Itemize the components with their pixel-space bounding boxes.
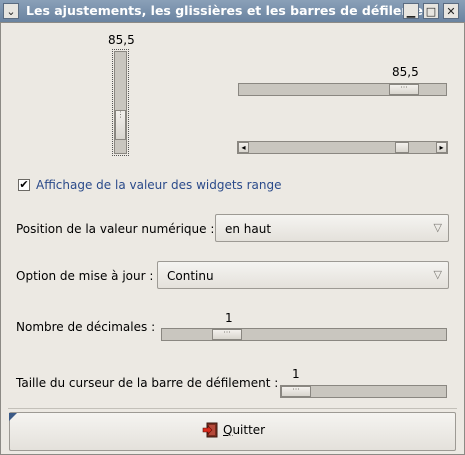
scroll-size-slider-thumb[interactable]: ···	[281, 386, 311, 397]
update-option-select[interactable]: Continu ▽	[157, 261, 449, 289]
chevron-down-icon: ⌄	[6, 4, 16, 18]
scroll-size-value: 1	[292, 367, 300, 381]
scroll-right-arrow[interactable]: ▸	[436, 142, 447, 153]
title-bar: ⌄ Les ajustements, les glissières et les…	[0, 0, 465, 23]
minimize-icon: ▁	[406, 4, 416, 18]
value-position-select[interactable]: en haut ▽	[215, 214, 449, 242]
close-icon: ✕	[446, 4, 456, 18]
triangle-down-icon: ▽	[433, 221, 442, 234]
horizontal-scale[interactable]: ···	[238, 83, 447, 96]
horizontal-scrollbar[interactable]: ◂ ▸	[237, 141, 448, 154]
show-value-label[interactable]: Affichage de la valeur des widgets range	[36, 178, 282, 192]
vertical-scale[interactable]: ⋮	[114, 51, 127, 154]
quit-button-label: Quitter	[223, 423, 266, 437]
quit-button[interactable]: Quitter	[9, 412, 456, 451]
decimals-slider-thumb[interactable]: ···	[212, 329, 242, 340]
value-position-selected: en haut	[225, 222, 272, 236]
separator	[8, 408, 457, 409]
decimals-scale[interactable]: ···	[161, 328, 447, 341]
update-option-selected: Continu	[167, 269, 214, 283]
triangle-down-icon: ▽	[433, 268, 442, 281]
vscale-value: 85,5	[108, 33, 135, 47]
maximize-icon: □	[425, 4, 437, 18]
scroll-left-arrow[interactable]: ◂	[238, 142, 249, 153]
close-button[interactable]: ✕	[443, 3, 459, 19]
hscale-value: 85,5	[392, 65, 419, 79]
minimize-button[interactable]: ▁	[403, 3, 419, 19]
maximize-button[interactable]: □	[423, 3, 439, 19]
scroll-size-label: Taille du curseur de la barre de défilem…	[16, 376, 279, 390]
window-title: Les ajustements, les glissières et les b…	[26, 3, 438, 18]
hscale-slider-thumb[interactable]: ···	[389, 84, 419, 95]
scroll-size-scale[interactable]: ···	[280, 385, 447, 398]
corner-marker	[9, 413, 17, 421]
vscale-slider-thumb[interactable]: ⋮	[115, 110, 126, 140]
show-value-checkbox[interactable]: ✔	[18, 179, 30, 191]
scrollbar-thumb[interactable]	[395, 142, 409, 153]
update-option-label: Option de mise à jour :	[16, 269, 154, 283]
decimals-label: Nombre de décimales :	[16, 320, 156, 334]
value-position-label: Position de la valeur numérique :	[16, 222, 215, 236]
window-menu-button[interactable]: ⌄	[3, 3, 19, 19]
decimals-value: 1	[225, 311, 233, 325]
exit-icon	[202, 422, 218, 438]
